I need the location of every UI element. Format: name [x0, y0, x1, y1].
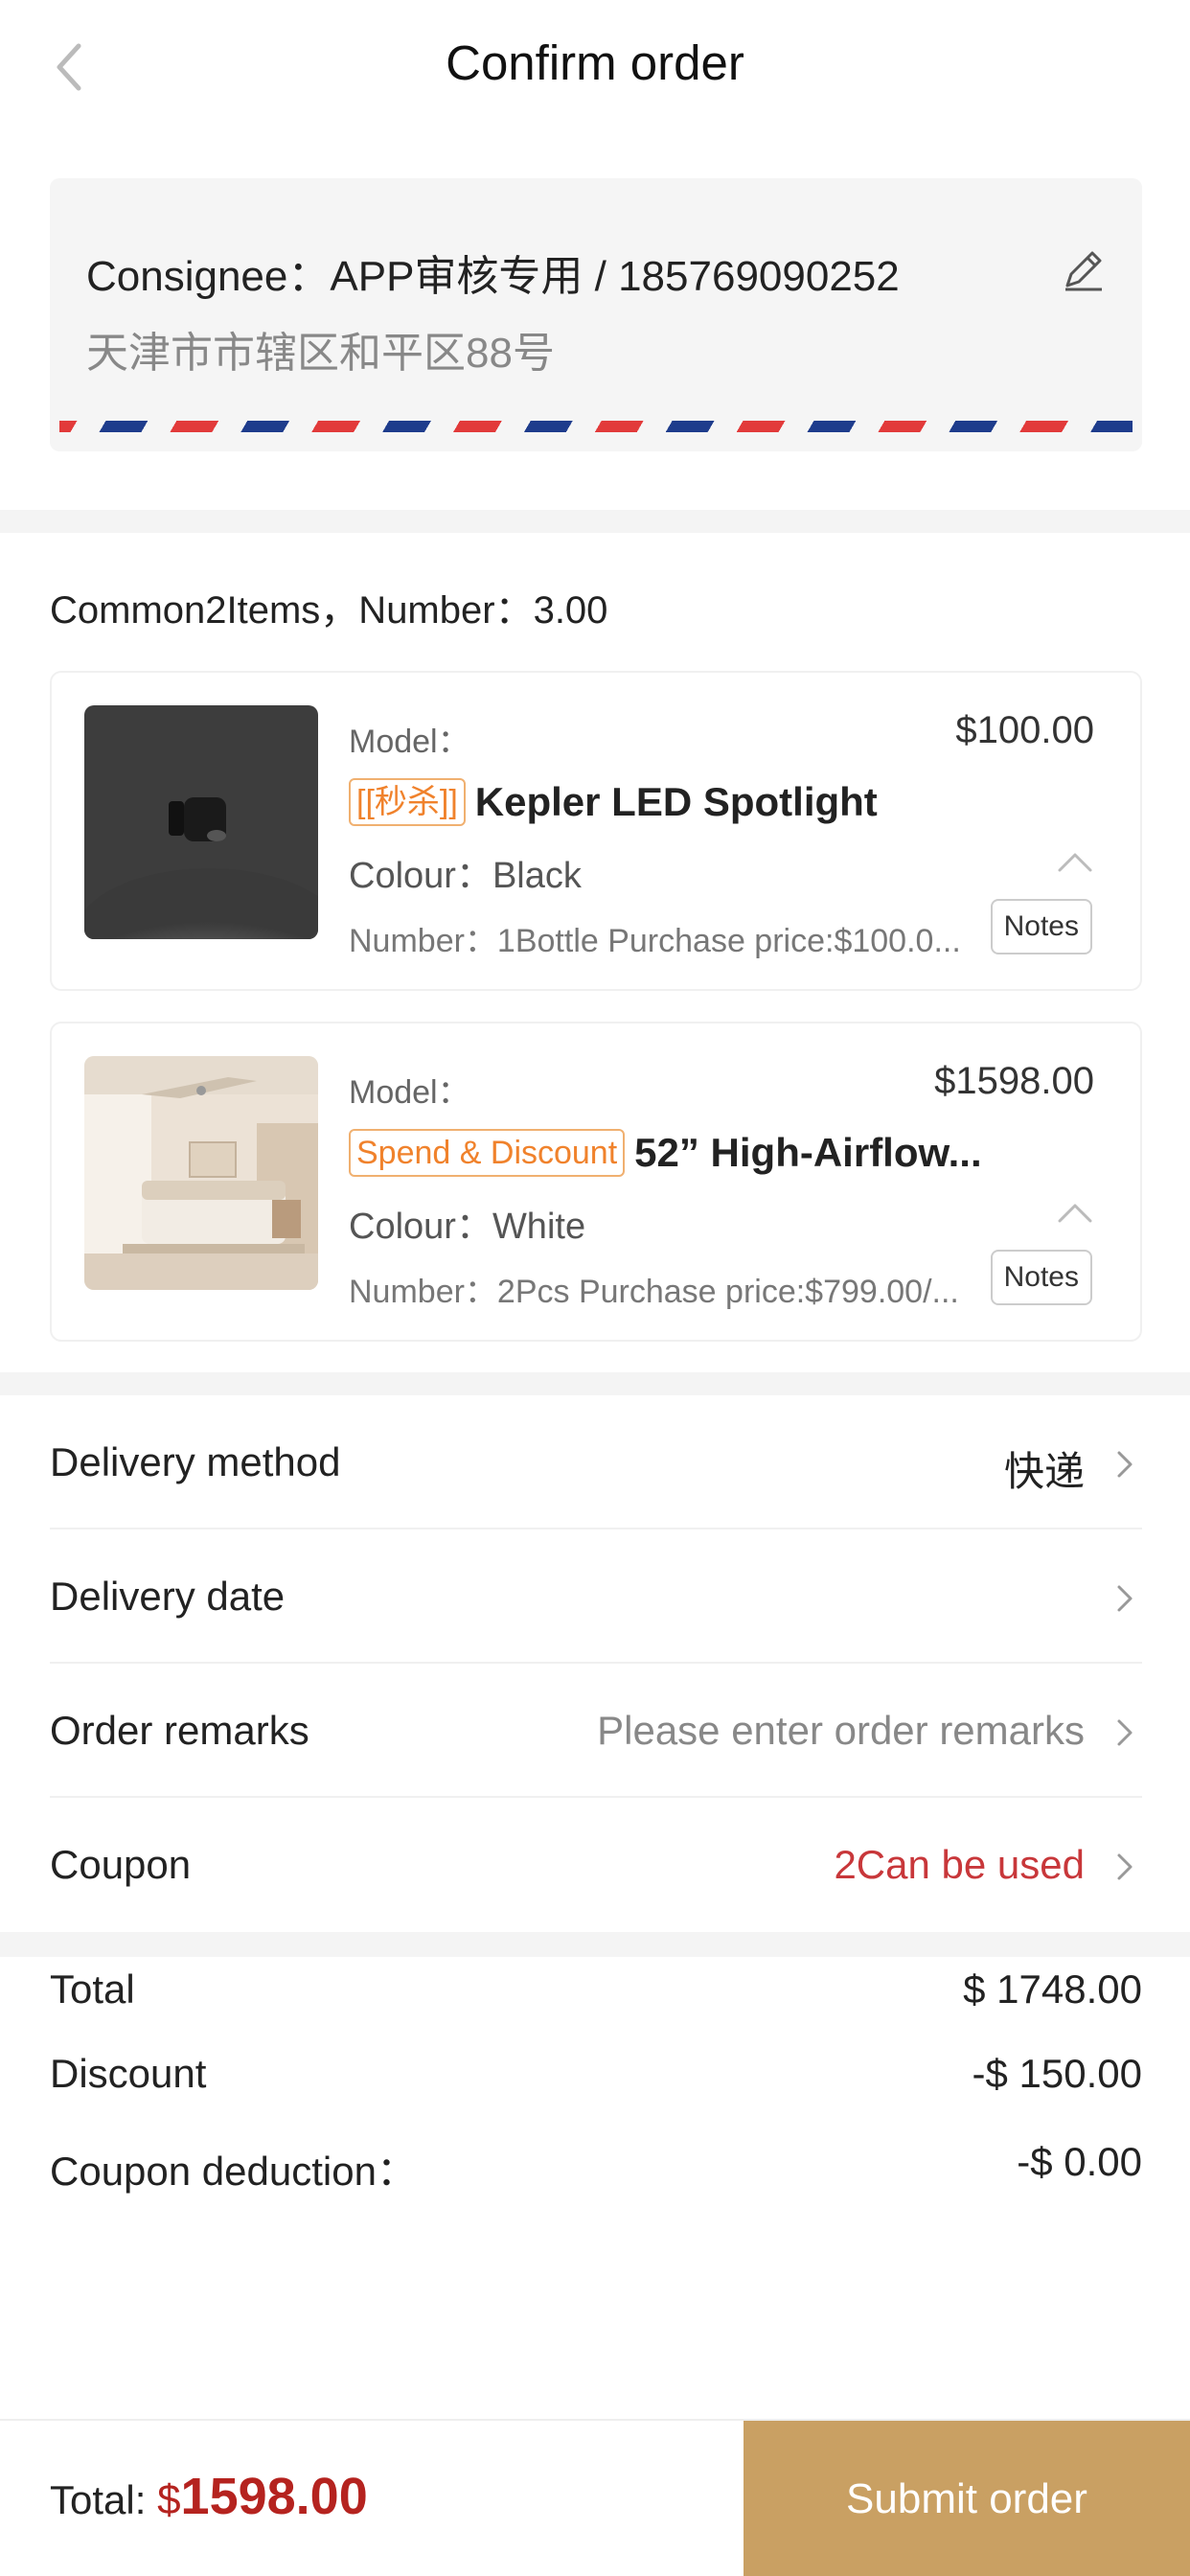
- order-remarks-row[interactable]: Order remarks Please enter order remarks: [50, 1664, 1142, 1798]
- delivery-address: 天津市市辖区和平区88号: [86, 330, 555, 377]
- row-label: Delivery method: [50, 1439, 341, 1484]
- product-card: Model： $1598.00 Spend & Discount 52” High…: [50, 1022, 1142, 1342]
- page-title: Confirm order: [446, 35, 744, 90]
- section-divider: [0, 1932, 1190, 1957]
- summary-value: $ 1748.00: [963, 1966, 1142, 2012]
- coupon-available-count: 2Can be used: [834, 1842, 1085, 1887]
- chevron-up-icon[interactable]: [1056, 847, 1094, 876]
- chevron-right-icon: [1117, 1719, 1133, 1746]
- section-divider: [0, 1372, 1190, 1395]
- product-image-spotlight: [84, 705, 318, 939]
- product-model-label: Model：: [349, 724, 470, 760]
- chevron-right-icon: [1117, 1853, 1133, 1880]
- checkout-footer: Total: $1598.00 Submit order: [0, 2419, 1190, 2576]
- product-image-ceiling-fan-bedroom: [84, 1056, 318, 1290]
- product-name: Kepler LED Spotlight: [474, 779, 878, 824]
- product-quantity-price: Number：2Pcs Purchase price:$799.00/...: [349, 1274, 959, 1310]
- section-divider: [0, 510, 1190, 533]
- items-summary: Common2Items，Number：3.00: [50, 589, 608, 632]
- edit-pencil-icon[interactable]: [1058, 245, 1108, 295]
- currency-symbol: $: [157, 2476, 181, 2523]
- notes-button[interactable]: Notes: [990, 899, 1092, 954]
- address-card[interactable]: Consignee：APP审核专用 / 185769090252 天津市市辖区和…: [50, 178, 1142, 451]
- summary-value: -$ 0.00: [1017, 2139, 1142, 2184]
- product-price: $100.00: [955, 709, 1094, 751]
- summary-total-row: Total $ 1748.00: [50, 1966, 1142, 2024]
- footer-total-label: Total:: [50, 2477, 158, 2522]
- chevron-right-icon: [1117, 1451, 1133, 1478]
- header: Confirm order: [0, 0, 1190, 129]
- product-model-label: Model：: [349, 1074, 470, 1111]
- chevron-up-icon[interactable]: [1056, 1198, 1094, 1227]
- product-title-row: Spend & Discount 52” High-Airflow...: [349, 1129, 1106, 1177]
- airmail-border-stripe: [59, 421, 1133, 432]
- product-name: 52” High-Airflow...: [634, 1130, 982, 1175]
- row-label: Order remarks: [50, 1708, 309, 1753]
- summary-coupon-deduction-row: Coupon deduction： -$ 0.00: [50, 2139, 1142, 2196]
- summary-discount-row: Discount -$ 150.00: [50, 2051, 1142, 2108]
- summary-label: Total: [50, 1966, 135, 2012]
- delivery-method-row[interactable]: Delivery method 快递: [50, 1395, 1142, 1530]
- promo-tag: [[秒杀]]: [349, 778, 466, 826]
- summary-value: -$ 150.00: [972, 2051, 1142, 2096]
- delivery-date-row[interactable]: Delivery date: [50, 1530, 1142, 1664]
- delivery-method-value: 快递: [1003, 1449, 1085, 1494]
- product-colour: Colour：White: [349, 1207, 586, 1247]
- consignee-info: Consignee：APP审核专用 / 185769090252: [86, 253, 900, 300]
- product-card: Model： $100.00 [[秒杀]] Kepler LED Spotligh…: [50, 671, 1142, 991]
- summary-label: Discount: [50, 2051, 207, 2096]
- footer-total: Total: $1598.00: [50, 2467, 368, 2526]
- coupon-row[interactable]: Coupon 2Can be used: [50, 1798, 1142, 1932]
- chevron-right-icon: [1117, 1585, 1133, 1612]
- submit-order-button[interactable]: Submit order: [744, 2421, 1190, 2576]
- footer-total-amount: 1598.00: [180, 2468, 368, 2525]
- row-label: Delivery date: [50, 1574, 286, 1619]
- summary-label: Coupon deduction：: [50, 2149, 417, 2194]
- product-title-row: [[秒杀]] Kepler LED Spotlight: [349, 778, 1106, 826]
- row-label: Coupon: [50, 1842, 192, 1887]
- notes-button[interactable]: Notes: [990, 1250, 1092, 1305]
- promo-tag: Spend & Discount: [349, 1129, 626, 1177]
- product-quantity-price: Number：1Bottle Purchase price:$100.0...: [349, 923, 961, 959]
- product-colour: Colour：Black: [349, 856, 582, 896]
- product-price: $1598.00: [934, 1060, 1094, 1102]
- order-remarks-placeholder: Please enter order remarks: [597, 1708, 1085, 1753]
